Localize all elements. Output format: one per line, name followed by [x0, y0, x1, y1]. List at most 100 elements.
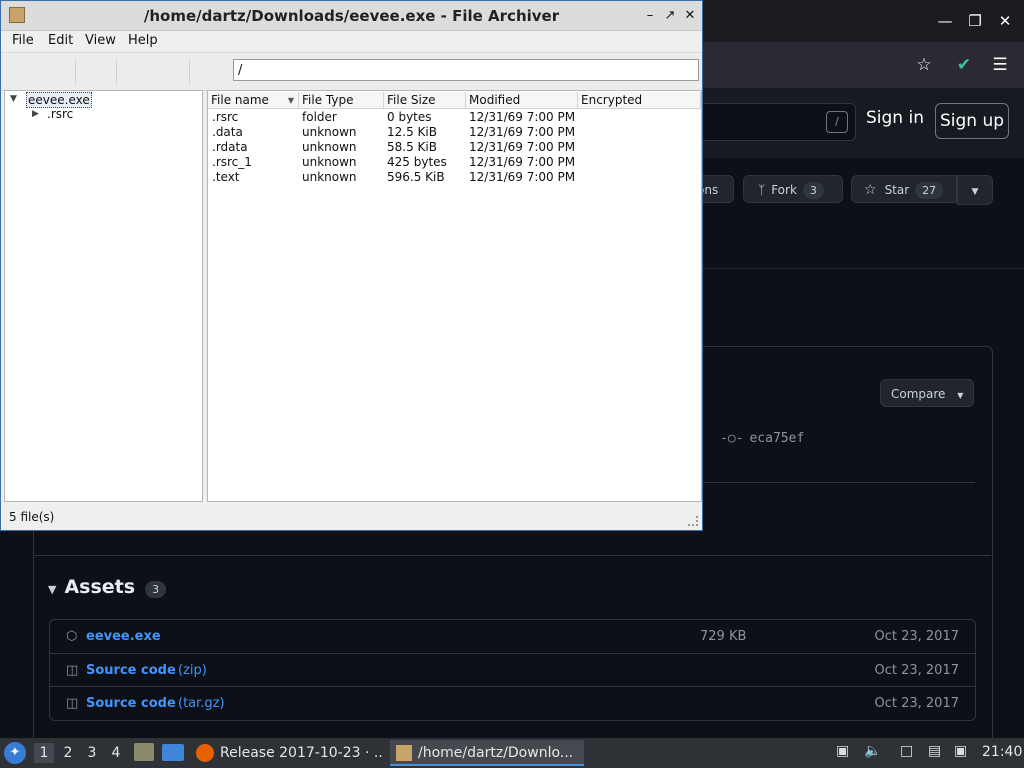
asset-link[interactable]: Source code [86, 654, 176, 687]
menu-edit[interactable]: Edit [48, 33, 73, 48]
show-desktop-icon[interactable] [162, 744, 184, 761]
star-dropdown-button[interactable]: ▼ [957, 175, 993, 205]
start-menu-icon[interactable]: ✦ [4, 742, 26, 764]
asset-row: ⬡ eevee.exe 729 KB Oct 23, 2017 [50, 620, 975, 653]
file-type: unknown [302, 170, 357, 184]
clipboard-icon[interactable]: □ [900, 743, 913, 759]
column-name-label: File name [211, 93, 269, 107]
compare-label: Compare [891, 387, 946, 401]
file-row[interactable]: .text unknown 596.5 KiB 12/31/69 7:00 PM [208, 170, 701, 185]
star-icon: ☆ [864, 182, 877, 198]
menu-bar: File Edit View Help [1, 31, 702, 51]
file-type: folder [302, 110, 337, 124]
taskbar: ✦ 1 2 3 4 Release 2017-10-23 · ... /home… [0, 738, 1024, 768]
file-zip-icon: ◫ [66, 696, 79, 711]
volume-icon[interactable]: 🔈 [864, 743, 881, 759]
menu-icon[interactable]: ☰ [988, 54, 1012, 76]
bookmark-star-icon[interactable]: ☆ [912, 54, 936, 76]
column-header-modified[interactable]: Modified [466, 92, 578, 109]
star-button[interactable]: ☆ Star 27 [851, 175, 957, 203]
file-row[interactable]: .rsrc_1 unknown 425 bytes 12/31/69 7:00 … [208, 155, 701, 170]
file-name: .data [212, 125, 243, 139]
minimize-icon[interactable]: – [641, 7, 659, 25]
commit-link[interactable]: -○- eca75ef [720, 431, 804, 446]
file-archiver-window: /home/dartz/Downloads/eevee.exe - File A… [0, 0, 703, 531]
taskbar-app-archiver[interactable]: /home/dartz/Downlo... [390, 740, 584, 766]
file-name: .rsrc [212, 110, 239, 124]
file-row[interactable]: .data unknown 12.5 KiB 12/31/69 7:00 PM [208, 125, 701, 140]
file-list: File name ▼ File Type File Size Modified… [207, 90, 702, 502]
extension-check-icon[interactable]: ✔ [952, 54, 976, 76]
file-name: .text [212, 170, 240, 184]
column-header-size[interactable]: File Size [384, 92, 466, 109]
workspace-4[interactable]: 4 [106, 743, 126, 763]
fork-count: 3 [802, 182, 824, 199]
file-row[interactable]: .rdata unknown 58.5 KiB 12/31/69 7:00 PM [208, 140, 701, 155]
file-modified: 12/31/69 7:00 PM [469, 155, 576, 169]
asset-link[interactable]: eevee.exe [86, 620, 161, 653]
sort-descending-icon: ▼ [287, 96, 294, 105]
chevron-down-icon: ▼ [971, 187, 979, 197]
restore-icon[interactable]: ❐ [963, 10, 987, 32]
asset-ext[interactable]: (tar.gz) [178, 687, 225, 720]
maximize-icon[interactable]: ↗ [661, 7, 679, 25]
resize-grip[interactable] [688, 516, 698, 526]
close-icon[interactable]: ✕ [993, 10, 1017, 32]
star-label: Star [884, 183, 910, 197]
tree-root-node[interactable]: eevee.exe [26, 92, 92, 108]
file-type: unknown [302, 155, 357, 169]
workspace-1[interactable]: 1 [34, 743, 54, 763]
expand-arrow-icon[interactable]: ▼ [10, 94, 17, 104]
workspace-3[interactable]: 3 [82, 743, 102, 763]
file-row[interactable]: .rsrc folder 0 bytes 12/31/69 7:00 PM [208, 110, 701, 125]
location-input[interactable]: / [233, 59, 699, 81]
column-header-name[interactable]: File name ▼ [208, 92, 299, 109]
asset-link[interactable]: Source code [86, 687, 176, 720]
folder-tree: ▼ eevee.exe ▶ .rsrc [4, 90, 203, 502]
file-manager-icon[interactable] [134, 743, 154, 761]
fork-icon: ᛉ [758, 183, 766, 197]
trash-icon[interactable]: ▣ [836, 743, 849, 759]
column-header-type[interactable]: File Type [299, 92, 384, 109]
tree-child-node[interactable]: .rsrc [47, 107, 73, 121]
triangle-down-icon: ▼ [48, 583, 57, 596]
asset-ext[interactable]: (zip) [178, 654, 207, 687]
asset-row: ◫ Source code (tar.gz) Oct 23, 2017 [50, 686, 975, 720]
menu-file[interactable]: File [12, 33, 34, 48]
file-name: .rsrc_1 [212, 155, 252, 169]
network-icon[interactable]: ▤ [928, 743, 941, 759]
title-bar[interactable]: /home/dartz/Downloads/eevee.exe - File A… [1, 1, 702, 31]
file-size: 0 bytes [387, 110, 432, 124]
column-header-encrypted[interactable]: Encrypted [578, 92, 701, 109]
sign-up-button[interactable]: Sign up [935, 103, 1009, 139]
fork-label: Fork [771, 183, 797, 197]
menu-view[interactable]: View [85, 33, 116, 48]
commit-hash: eca75ef [749, 431, 805, 446]
divider [33, 555, 991, 556]
notification-icon[interactable]: ▣ [954, 743, 967, 759]
collapse-arrow-icon[interactable]: ▶ [32, 109, 39, 119]
sign-in-link[interactable]: Sign in [866, 108, 924, 128]
taskbar-app-firefox[interactable]: Release 2017-10-23 · ... [192, 740, 382, 766]
file-modified: 12/31/69 7:00 PM [469, 125, 576, 139]
minimize-icon[interactable]: — [933, 10, 957, 32]
workspace-2[interactable]: 2 [58, 743, 78, 763]
status-text: 5 file(s) [9, 510, 55, 524]
clock[interactable]: 21:40 [982, 744, 1022, 760]
firefox-icon [196, 744, 214, 762]
file-name: .rdata [212, 140, 248, 154]
assets-toggle[interactable]: ▼ Assets 3 [48, 576, 167, 598]
file-zip-icon: ◫ [66, 663, 79, 678]
compare-button[interactable]: Compare ▼ [880, 379, 974, 407]
assets-count: 3 [145, 581, 167, 598]
fork-button[interactable]: ᛉ Fork 3 [743, 175, 843, 203]
toolbar-separator [116, 59, 117, 85]
toolbar-separator [75, 59, 76, 85]
asset-date: Oct 23, 2017 [874, 663, 960, 678]
file-size: 12.5 KiB [387, 125, 437, 139]
close-icon[interactable]: ✕ [681, 7, 699, 25]
file-type: unknown [302, 125, 357, 139]
assets-list: ⬡ eevee.exe 729 KB Oct 23, 2017 ◫ Source… [49, 619, 976, 721]
toolbar-separator [189, 59, 190, 85]
menu-help[interactable]: Help [128, 33, 158, 48]
